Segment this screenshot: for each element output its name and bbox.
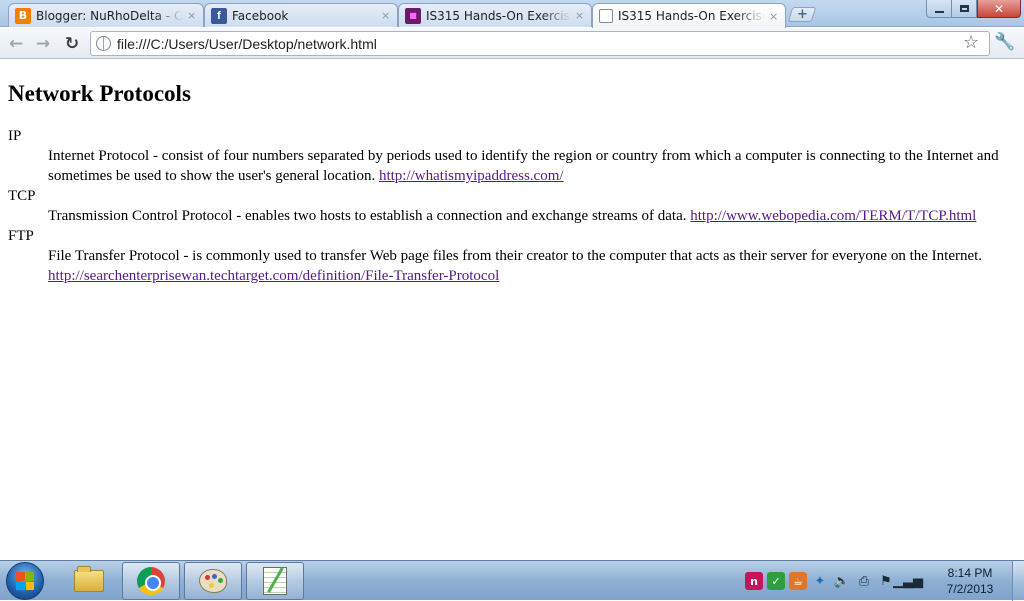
tab-is315-exercises[interactable]: ■ IS315 Hands-On Exercises # × [398, 3, 592, 27]
bookmark-star-icon[interactable]: ☆ [963, 32, 979, 53]
protocol-term: IP [8, 128, 22, 144]
maximize-button[interactable] [952, 0, 977, 18]
clock-time: 8:14 PM [947, 566, 993, 580]
page-title: Network Protocols [8, 81, 191, 106]
close-icon[interactable]: × [187, 9, 197, 22]
wrench-menu-icon[interactable]: 🔧 [994, 32, 1015, 52]
browser-toolbar: ← → ↻ file:///C:/Users/User/Desktop/netw… [0, 28, 1024, 59]
minimize-button[interactable] [926, 0, 952, 18]
signal-bars-icon[interactable]: ▁▃▅ [893, 572, 923, 590]
reload-icon: ↻ [64, 34, 80, 54]
taskbar-paint-button[interactable] [184, 562, 242, 600]
address-text[interactable]: file:///C:/Users/User/Desktop/network.ht… [117, 36, 377, 52]
tab-facebook[interactable]: f Facebook × [204, 3, 398, 27]
paint-icon [199, 569, 227, 593]
windows-explorer-icon [74, 566, 104, 592]
tab-blogger[interactable]: B Blogger: NuRhoDelta - Crea × [8, 3, 204, 27]
taskbar-notepad-button[interactable] [246, 562, 304, 600]
system-tray: n ✓ ☕ ✦ 🔈 ⎙ ⚑ ▁▃▅ [745, 571, 923, 591]
windows-logo-icon [16, 572, 34, 590]
close-window-button[interactable]: ✕ [977, 0, 1021, 18]
page-icon [96, 36, 111, 51]
reference-link[interactable]: http://whatismyipaddress.com/ [379, 168, 564, 184]
volume-icon[interactable]: 🔈 [833, 572, 851, 590]
chrome-icon [137, 567, 165, 595]
close-icon[interactable]: × [769, 10, 779, 23]
network-tray-icon[interactable]: ✦ [811, 572, 829, 590]
arrow-right-icon: → [35, 34, 51, 54]
close-icon[interactable]: × [381, 9, 391, 22]
protocol-term: FTP [8, 228, 34, 244]
start-button[interactable] [6, 562, 44, 600]
globe-icon [599, 9, 613, 23]
plus-icon: + [796, 7, 808, 22]
new-tab-button[interactable]: + [787, 7, 817, 22]
facebook-icon: f [211, 7, 227, 24]
protocol-term: TCP [8, 188, 36, 204]
protocol-description: File Transfer Protocol - is commonly use… [48, 246, 1016, 286]
back-button[interactable]: ← [5, 33, 27, 55]
taskbar-chrome-button[interactable] [122, 562, 180, 600]
is315-icon: ■ [405, 7, 421, 24]
device-icon[interactable]: ⎙ [855, 572, 873, 590]
notepad-plus-icon [263, 567, 287, 595]
java-tray-icon[interactable]: ☕ [789, 572, 807, 590]
tab-title: Blogger: NuRhoDelta - Crea [36, 8, 183, 23]
browser-title-bar: B Blogger: NuRhoDelta - Crea × f Faceboo… [0, 0, 1024, 28]
tab-title: Facebook [232, 8, 289, 23]
address-bar[interactable]: file:///C:/Users/User/Desktop/network.ht… [90, 31, 990, 56]
close-icon[interactable]: × [575, 9, 585, 22]
windows-taskbar: n ✓ ☕ ✦ 🔈 ⎙ ⚑ ▁▃▅ 8:14 PM 7/2/2013 [0, 560, 1024, 601]
reload-button[interactable]: ↻ [61, 33, 83, 55]
protocol-description: Internet Protocol - consist of four numb… [48, 146, 1016, 186]
reference-link[interactable]: http://searchenterprisewan.techtarget.co… [48, 268, 499, 284]
app-tray-icon[interactable]: n [745, 572, 763, 590]
taskbar-explorer-button[interactable] [60, 562, 118, 600]
clock-date: 7/2/2013 [946, 582, 994, 596]
arrow-left-icon: ← [8, 34, 24, 54]
reference-link[interactable]: http://www.webopedia.com/TERM/T/TCP.html [690, 208, 976, 224]
maximize-icon [959, 5, 969, 12]
description-text: File Transfer Protocol - is commonly use… [48, 248, 983, 264]
tab-is315-exercises-active[interactable]: IS315 Hands-On Exercises # × [592, 3, 786, 28]
sync-tray-icon[interactable]: ✓ [767, 572, 785, 590]
close-icon: ✕ [993, 1, 1005, 16]
forward-button[interactable]: → [32, 33, 54, 55]
page-content: Network Protocols IP Internet Protocol -… [0, 60, 1024, 560]
protocol-list: IP Internet Protocol - consist of four n… [8, 126, 1016, 286]
protocol-description: Transmission Control Protocol - enables … [48, 206, 1016, 226]
minimize-icon [934, 10, 944, 13]
tab-title: IS315 Hands-On Exercises # [618, 9, 765, 23]
tab-title: IS315 Hands-On Exercises # [426, 8, 571, 23]
description-text: Transmission Control Protocol - enables … [48, 208, 691, 224]
show-desktop-button[interactable] [1012, 561, 1024, 601]
system-clock[interactable]: 8:14 PM 7/2/2013 [930, 565, 1010, 597]
blogger-icon: B [15, 7, 31, 24]
